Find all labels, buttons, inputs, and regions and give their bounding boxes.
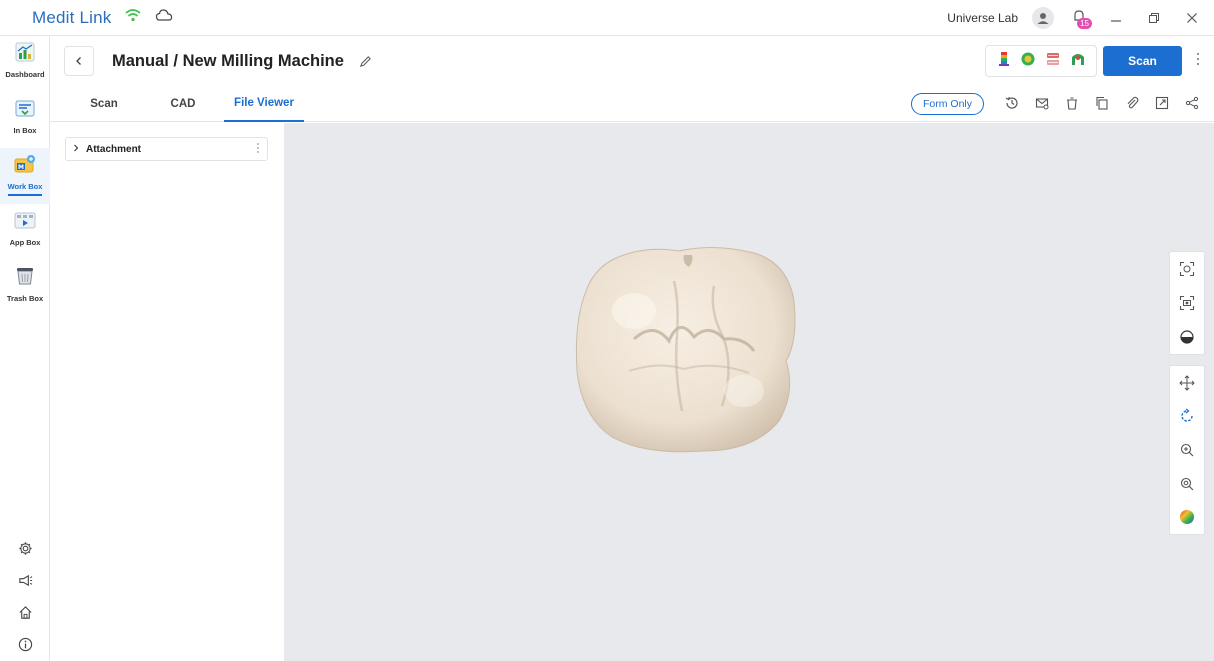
dashboard-icon (15, 42, 35, 67)
nav-item-appbox[interactable]: App Box (0, 204, 50, 260)
form-only-button[interactable]: Form Only (911, 93, 984, 115)
workbox-icon: M (14, 154, 36, 179)
announcement-icon[interactable] (16, 571, 34, 589)
avatar[interactable] (1032, 7, 1054, 29)
restore-button[interactable] (1142, 6, 1166, 30)
active-indicator (8, 194, 42, 196)
svg-text:M: M (18, 164, 24, 171)
tab-cad[interactable]: CAD (160, 86, 206, 122)
nav-label-inbox: In Box (13, 126, 37, 135)
pan-icon[interactable] (1169, 366, 1205, 400)
settings-icon[interactable] (16, 539, 34, 557)
info-icon[interactable] (16, 635, 34, 653)
trash-box-icon (15, 266, 35, 291)
nav-item-trashbox[interactable]: Trash Box (0, 260, 50, 316)
history-icon[interactable] (1002, 93, 1022, 113)
attachment-more-icon[interactable] (256, 142, 260, 154)
jaw-icon[interactable] (1045, 51, 1061, 72)
nav-label-dashboard: Dashboard (5, 70, 45, 79)
notification-badge: 15 (1077, 18, 1092, 29)
app-shortcut-group (985, 45, 1097, 77)
nav-item-inbox[interactable]: In Box (0, 92, 50, 148)
attachment-section[interactable]: Attachment (65, 137, 268, 161)
tooth-model[interactable] (574, 241, 802, 457)
inbox-icon (15, 98, 35, 123)
nav-item-dashboard[interactable]: Dashboard (0, 36, 50, 92)
more-options-icon[interactable] (1196, 52, 1202, 70)
mail-icon[interactable] (1032, 93, 1052, 113)
nav-label-trashbox: Trash Box (6, 294, 44, 303)
delete-icon[interactable] (1062, 93, 1082, 113)
case-actions (1002, 93, 1202, 113)
view-tools-bottom (1169, 365, 1205, 535)
edit-pencil-icon[interactable] (358, 53, 374, 69)
back-button[interactable] (64, 46, 94, 76)
nav-label-appbox: App Box (9, 238, 41, 247)
zoom-in-icon[interactable] (1169, 433, 1205, 467)
view-tools-top (1169, 251, 1205, 355)
arch-icon[interactable] (1070, 51, 1086, 72)
minimize-button[interactable] (1104, 6, 1128, 30)
tab-file-viewer[interactable]: File Viewer (224, 86, 304, 122)
cloud-icon[interactable] (155, 8, 173, 27)
appbox-icon (14, 210, 36, 235)
case-tabs: Scan CAD File Viewer Form Only (50, 86, 1214, 122)
left-nav: Dashboard In Box M Work Box App Box Tras… (0, 36, 50, 661)
title-bar: Medit Link Universe Lab 15 (0, 0, 1214, 36)
case-header: Manual / New Milling Machine Scan (50, 36, 1214, 86)
fit-view-icon[interactable] (1169, 252, 1205, 286)
export-icon[interactable] (1152, 93, 1172, 113)
scan-button[interactable]: Scan (1103, 46, 1182, 76)
app-brand: Medit Link (32, 7, 112, 27)
nav-item-workbox[interactable]: M Work Box (0, 148, 50, 204)
color-map-icon[interactable] (1169, 500, 1205, 534)
nav-label-workbox: Work Box (7, 182, 43, 191)
color-bar-icon[interactable] (997, 51, 1011, 72)
screenshot-icon[interactable] (1169, 286, 1205, 320)
rotate-icon[interactable] (1169, 400, 1205, 434)
chevron-right-icon (72, 144, 80, 155)
half-view-icon[interactable] (1169, 320, 1205, 354)
lab-name: Universe Lab (947, 11, 1018, 25)
file-panel: Attachment (50, 123, 284, 661)
attachment-label: Attachment (86, 143, 142, 155)
copy-icon[interactable] (1092, 93, 1112, 113)
notification-button[interactable]: 15 (1068, 7, 1092, 29)
case-title: Manual / New Milling Machine (112, 51, 344, 70)
3d-viewer[interactable] (284, 123, 1214, 661)
tooth-color-icon[interactable] (1020, 51, 1036, 72)
zoom-out-icon[interactable] (1169, 467, 1205, 501)
tab-scan[interactable]: Scan (82, 86, 126, 122)
close-button[interactable] (1180, 6, 1204, 30)
wifi-icon (125, 8, 142, 27)
home-icon[interactable] (16, 603, 34, 621)
attach-icon[interactable] (1122, 93, 1142, 113)
share-icon[interactable] (1182, 93, 1202, 113)
